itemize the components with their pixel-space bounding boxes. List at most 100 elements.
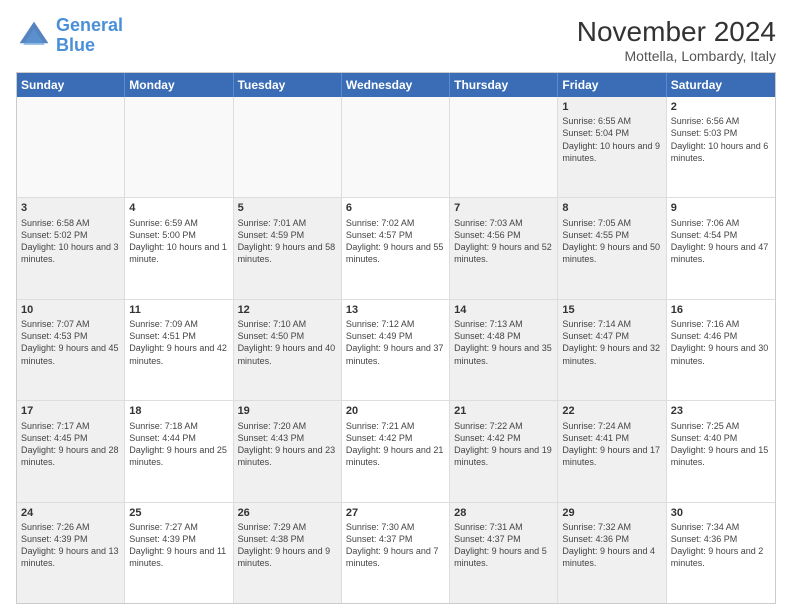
calendar-cell-23: 23 Sunrise: 7:25 AM Sunset: 4:40 PM Dayli… [667, 401, 775, 501]
day-info: Sunrise: 7:02 AM Sunset: 4:57 PM Dayligh… [346, 217, 445, 266]
day-number: 29 [562, 506, 661, 520]
calendar-cell-14: 14Sunrise: 7:13 AM Sunset: 4:48 PM Dayli… [450, 300, 558, 400]
calendar-cell-empty-0 [17, 97, 125, 197]
day-info: Sunrise: 7:16 AM Sunset: 4:46 PM Dayligh… [671, 318, 771, 367]
day-number: 3 [21, 201, 120, 215]
day-info: Sunrise: 7:26 AM Sunset: 4:39 PM Dayligh… [21, 521, 120, 570]
day-info: Sunrise: 7:17 AM Sunset: 4:45 PM Dayligh… [21, 420, 120, 469]
day-number: 20 [346, 404, 445, 418]
calendar-cell-7: 7 Sunrise: 7:03 AM Sunset: 4:56 PM Daylig… [450, 198, 558, 298]
day-number: 7 [454, 201, 553, 215]
day-info: Sunrise: 7:18 AM Sunset: 4:44 PM Dayligh… [129, 420, 228, 469]
location: Mottella, Lombardy, Italy [577, 48, 776, 64]
day-number: 26 [238, 506, 337, 520]
header-day-saturday: Saturday [667, 73, 775, 97]
day-number: 22 [562, 404, 661, 418]
day-info: Sunrise: 7:01 AM Sunset: 4:59 PM Dayligh… [238, 217, 337, 266]
day-info: Sunrise: 7:30 AM Sunset: 4:37 PM Dayligh… [346, 521, 445, 570]
calendar-header: SundayMondayTuesdayWednesdayThursdayFrid… [17, 73, 775, 97]
calendar-cell-25: 25Sunrise: 7:27 AM Sunset: 4:39 PM Dayli… [125, 503, 233, 603]
calendar-cell-15: 15Sunrise: 7:14 AM Sunset: 4:47 PM Dayli… [558, 300, 666, 400]
day-number: 23 [671, 404, 771, 418]
calendar-cell-10: 10Sunrise: 7:07 AM Sunset: 4:53 PM Dayli… [17, 300, 125, 400]
calendar-cell-18: 18 Sunrise: 7:18 AM Sunset: 4:44 PM Dayli… [125, 401, 233, 501]
logo: General Blue [16, 16, 123, 56]
calendar-cell-5: 5Sunrise: 7:01 AM Sunset: 4:59 PM Daylig… [234, 198, 342, 298]
day-number: 17 [21, 404, 120, 418]
calendar-cell-29: 29Sunrise: 7:32 AM Sunset: 4:36 PM Dayli… [558, 503, 666, 603]
calendar-cell-empty-2 [234, 97, 342, 197]
day-info: Sunrise: 7:31 AM Sunset: 4:37 PM Dayligh… [454, 521, 553, 570]
logo-blue: Blue [56, 35, 95, 55]
header-day-tuesday: Tuesday [234, 73, 342, 97]
day-info: Sunrise: 7:10 AM Sunset: 4:50 PM Dayligh… [238, 318, 337, 367]
day-number: 1 [562, 100, 661, 114]
day-info: Sunrise: 7:13 AM Sunset: 4:48 PM Dayligh… [454, 318, 553, 367]
day-info: Sunrise: 7:24 AM Sunset: 4:41 PM Dayligh… [562, 420, 661, 469]
calendar-cell-8: 8Sunrise: 7:05 AM Sunset: 4:55 PM Daylig… [558, 198, 666, 298]
calendar-cell-1: 1Sunrise: 6:55 AM Sunset: 5:04 PM Daylig… [558, 97, 666, 197]
day-number: 14 [454, 303, 553, 317]
calendar-cell-13: 13Sunrise: 7:12 AM Sunset: 4:49 PM Dayli… [342, 300, 450, 400]
day-info: Sunrise: 7:21 AM Sunset: 4:42 PM Dayligh… [346, 420, 445, 469]
calendar-row-4: 24Sunrise: 7:26 AM Sunset: 4:39 PM Dayli… [17, 503, 775, 603]
day-info: Sunrise: 7:03 AM Sunset: 4:56 PM Dayligh… [454, 217, 553, 266]
day-number: 15 [562, 303, 661, 317]
day-number: 30 [671, 506, 771, 520]
day-number: 19 [238, 404, 337, 418]
day-info: Sunrise: 7:29 AM Sunset: 4:38 PM Dayligh… [238, 521, 337, 570]
day-number: 16 [671, 303, 771, 317]
day-info: Sunrise: 7:05 AM Sunset: 4:55 PM Dayligh… [562, 217, 661, 266]
calendar-cell-27: 27Sunrise: 7:30 AM Sunset: 4:37 PM Dayli… [342, 503, 450, 603]
calendar-row-0: 1Sunrise: 6:55 AM Sunset: 5:04 PM Daylig… [17, 97, 775, 198]
logo-icon [16, 18, 52, 54]
calendar-cell-16: 16Sunrise: 7:16 AM Sunset: 4:46 PM Dayli… [667, 300, 775, 400]
calendar-cell-2: 2Sunrise: 6:56 AM Sunset: 5:03 PM Daylig… [667, 97, 775, 197]
calendar-row-2: 10Sunrise: 7:07 AM Sunset: 4:53 PM Dayli… [17, 300, 775, 401]
calendar-cell-12: 12Sunrise: 7:10 AM Sunset: 4:50 PM Dayli… [234, 300, 342, 400]
day-number: 10 [21, 303, 120, 317]
header-day-monday: Monday [125, 73, 233, 97]
day-info: Sunrise: 7:25 AM Sunset: 4:40 PM Dayligh… [671, 420, 771, 469]
calendar-cell-17: 17 Sunrise: 7:17 AM Sunset: 4:45 PM Dayli… [17, 401, 125, 501]
calendar-cell-30: 30Sunrise: 7:34 AM Sunset: 4:36 PM Dayli… [667, 503, 775, 603]
calendar-cell-empty-3 [342, 97, 450, 197]
calendar-cell-21: 21Sunrise: 7:22 AM Sunset: 4:42 PM Dayli… [450, 401, 558, 501]
logo-text: General Blue [56, 16, 123, 56]
calendar-row-3: 17 Sunrise: 7:17 AM Sunset: 4:45 PM Dayli… [17, 401, 775, 502]
calendar-cell-6: 6 Sunrise: 7:02 AM Sunset: 4:57 PM Daylig… [342, 198, 450, 298]
day-number: 28 [454, 506, 553, 520]
day-number: 4 [129, 201, 228, 215]
page: General Blue November 2024 Mottella, Lom… [0, 0, 792, 612]
day-info: Sunrise: 6:56 AM Sunset: 5:03 PM Dayligh… [671, 115, 771, 164]
day-info: Sunrise: 7:14 AM Sunset: 4:47 PM Dayligh… [562, 318, 661, 367]
day-number: 25 [129, 506, 228, 520]
day-number: 6 [346, 201, 445, 215]
calendar-cell-22: 22 Sunrise: 7:24 AM Sunset: 4:41 PM Dayli… [558, 401, 666, 501]
month-title: November 2024 [577, 16, 776, 48]
calendar-cell-20: 20 Sunrise: 7:21 AM Sunset: 4:42 PM Dayli… [342, 401, 450, 501]
day-info: Sunrise: 6:58 AM Sunset: 5:02 PM Dayligh… [21, 217, 120, 266]
calendar-cell-4: 4 Sunrise: 6:59 AM Sunset: 5:00 PM Daylig… [125, 198, 233, 298]
header-day-friday: Friday [558, 73, 666, 97]
calendar: SundayMondayTuesdayWednesdayThursdayFrid… [16, 72, 776, 604]
calendar-row-1: 3 Sunrise: 6:58 AM Sunset: 5:02 PM Daylig… [17, 198, 775, 299]
day-number: 27 [346, 506, 445, 520]
day-info: Sunrise: 7:07 AM Sunset: 4:53 PM Dayligh… [21, 318, 120, 367]
day-info: Sunrise: 7:12 AM Sunset: 4:49 PM Dayligh… [346, 318, 445, 367]
calendar-cell-19: 19 Sunrise: 7:20 AM Sunset: 4:43 PM Dayli… [234, 401, 342, 501]
header: General Blue November 2024 Mottella, Lom… [16, 16, 776, 64]
calendar-cell-24: 24Sunrise: 7:26 AM Sunset: 4:39 PM Dayli… [17, 503, 125, 603]
day-number: 18 [129, 404, 228, 418]
calendar-cell-9: 9Sunrise: 7:06 AM Sunset: 4:54 PM Daylig… [667, 198, 775, 298]
day-info: Sunrise: 7:20 AM Sunset: 4:43 PM Dayligh… [238, 420, 337, 469]
calendar-cell-empty-4 [450, 97, 558, 197]
header-day-thursday: Thursday [450, 73, 558, 97]
day-info: Sunrise: 6:59 AM Sunset: 5:00 PM Dayligh… [129, 217, 228, 266]
day-info: Sunrise: 6:55 AM Sunset: 5:04 PM Dayligh… [562, 115, 661, 164]
day-number: 24 [21, 506, 120, 520]
calendar-cell-28: 28Sunrise: 7:31 AM Sunset: 4:37 PM Dayli… [450, 503, 558, 603]
title-block: November 2024 Mottella, Lombardy, Italy [577, 16, 776, 64]
day-number: 2 [671, 100, 771, 114]
day-info: Sunrise: 7:09 AM Sunset: 4:51 PM Dayligh… [129, 318, 228, 367]
